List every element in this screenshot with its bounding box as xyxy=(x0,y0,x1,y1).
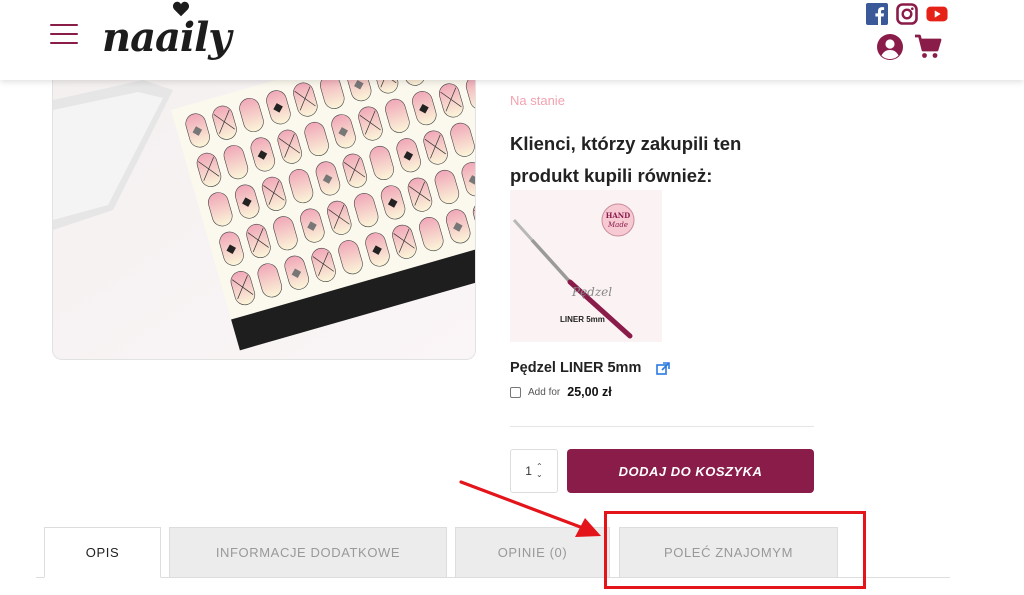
site-header: naaily xyxy=(0,0,1024,80)
related-price: 25,00 zł xyxy=(567,385,612,399)
brush-product-image: HAND Made Pędzel LINER 5mm xyxy=(510,190,662,342)
thumb-script-text: Pędzel xyxy=(571,285,612,299)
nail-sticker xyxy=(475,113,476,151)
instagram-icon[interactable] xyxy=(896,3,918,25)
youtube-icon[interactable] xyxy=(926,3,948,25)
annotation-highlight-box xyxy=(604,511,866,589)
stock-status: Na stanie xyxy=(510,93,565,108)
facebook-icon[interactable] xyxy=(866,3,888,25)
tab-additional-info[interactable]: INFORMACJE DODATKOWE xyxy=(169,527,447,578)
annotation-arrow-icon xyxy=(459,480,601,537)
badge-text-hand: HAND xyxy=(606,211,631,220)
thumb-caption-text: LINER 5mm xyxy=(560,315,605,324)
divider xyxy=(510,426,814,427)
nail-sticker-sheet-image xyxy=(53,80,476,359)
logo-text: naaily xyxy=(102,14,232,61)
user-account-icon[interactable] xyxy=(876,33,904,61)
external-link-icon[interactable] xyxy=(656,362,670,376)
hamburger-menu-icon[interactable] xyxy=(50,20,80,44)
product-image[interactable] xyxy=(52,80,476,360)
site-logo[interactable]: naaily xyxy=(100,0,232,70)
related-product-name[interactable]: Pędzel LINER 5mm xyxy=(510,360,641,376)
account-cart-group xyxy=(876,33,942,61)
badge-text-made: Made xyxy=(607,221,628,229)
tab-description[interactable]: OPIS xyxy=(44,527,161,578)
add-related-checkbox[interactable] xyxy=(510,386,521,398)
also-bought-title: Klienci, którzy zakupili ten produkt kup… xyxy=(510,133,742,186)
add-related-row: Add for 25,00 zł xyxy=(510,385,612,399)
related-product-thumbnail[interactable]: HAND Made Pędzel LINER 5mm xyxy=(510,190,662,342)
social-links xyxy=(866,3,948,25)
shopping-cart-icon[interactable] xyxy=(914,34,942,60)
add-for-label: Add for xyxy=(528,386,561,398)
